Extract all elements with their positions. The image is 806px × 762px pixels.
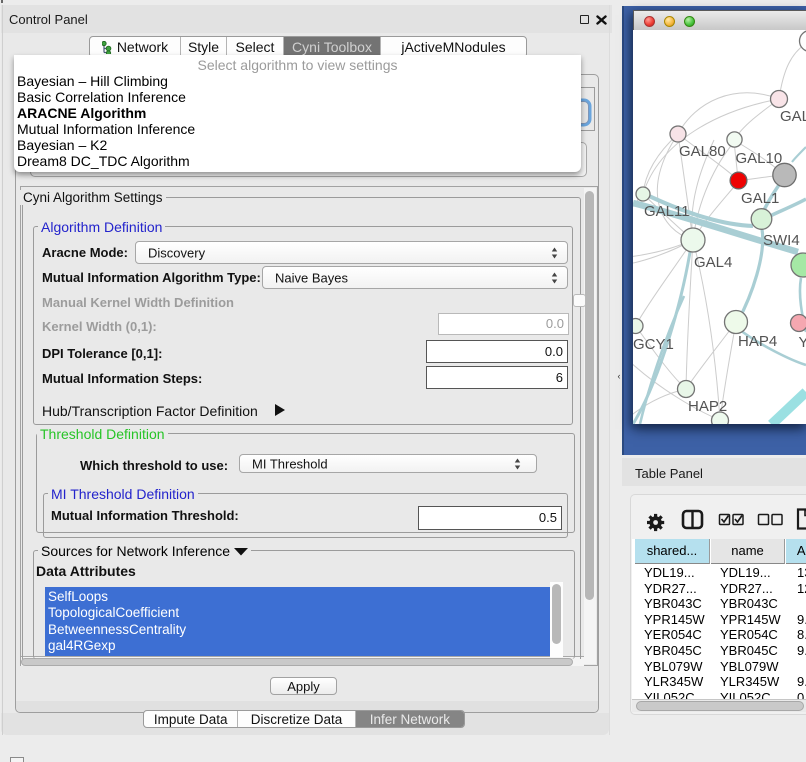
svg-text:GCY1: GCY1 [633,336,674,353]
svg-text:GAL80: GAL80 [679,143,726,160]
svg-text:GAL10: GAL10 [736,150,783,167]
svg-text:GAL1: GAL1 [741,190,779,207]
svg-text:Y: Y [799,334,806,351]
svg-text:GAL2: GAL2 [780,108,806,125]
svg-text:GAL11: GAL11 [644,203,690,220]
svg-text:GAL4: GAL4 [694,254,732,271]
svg-text:HAP4: HAP4 [738,333,777,350]
svg-text:HAP2: HAP2 [688,398,727,415]
svg-text:SWI4: SWI4 [763,232,800,249]
